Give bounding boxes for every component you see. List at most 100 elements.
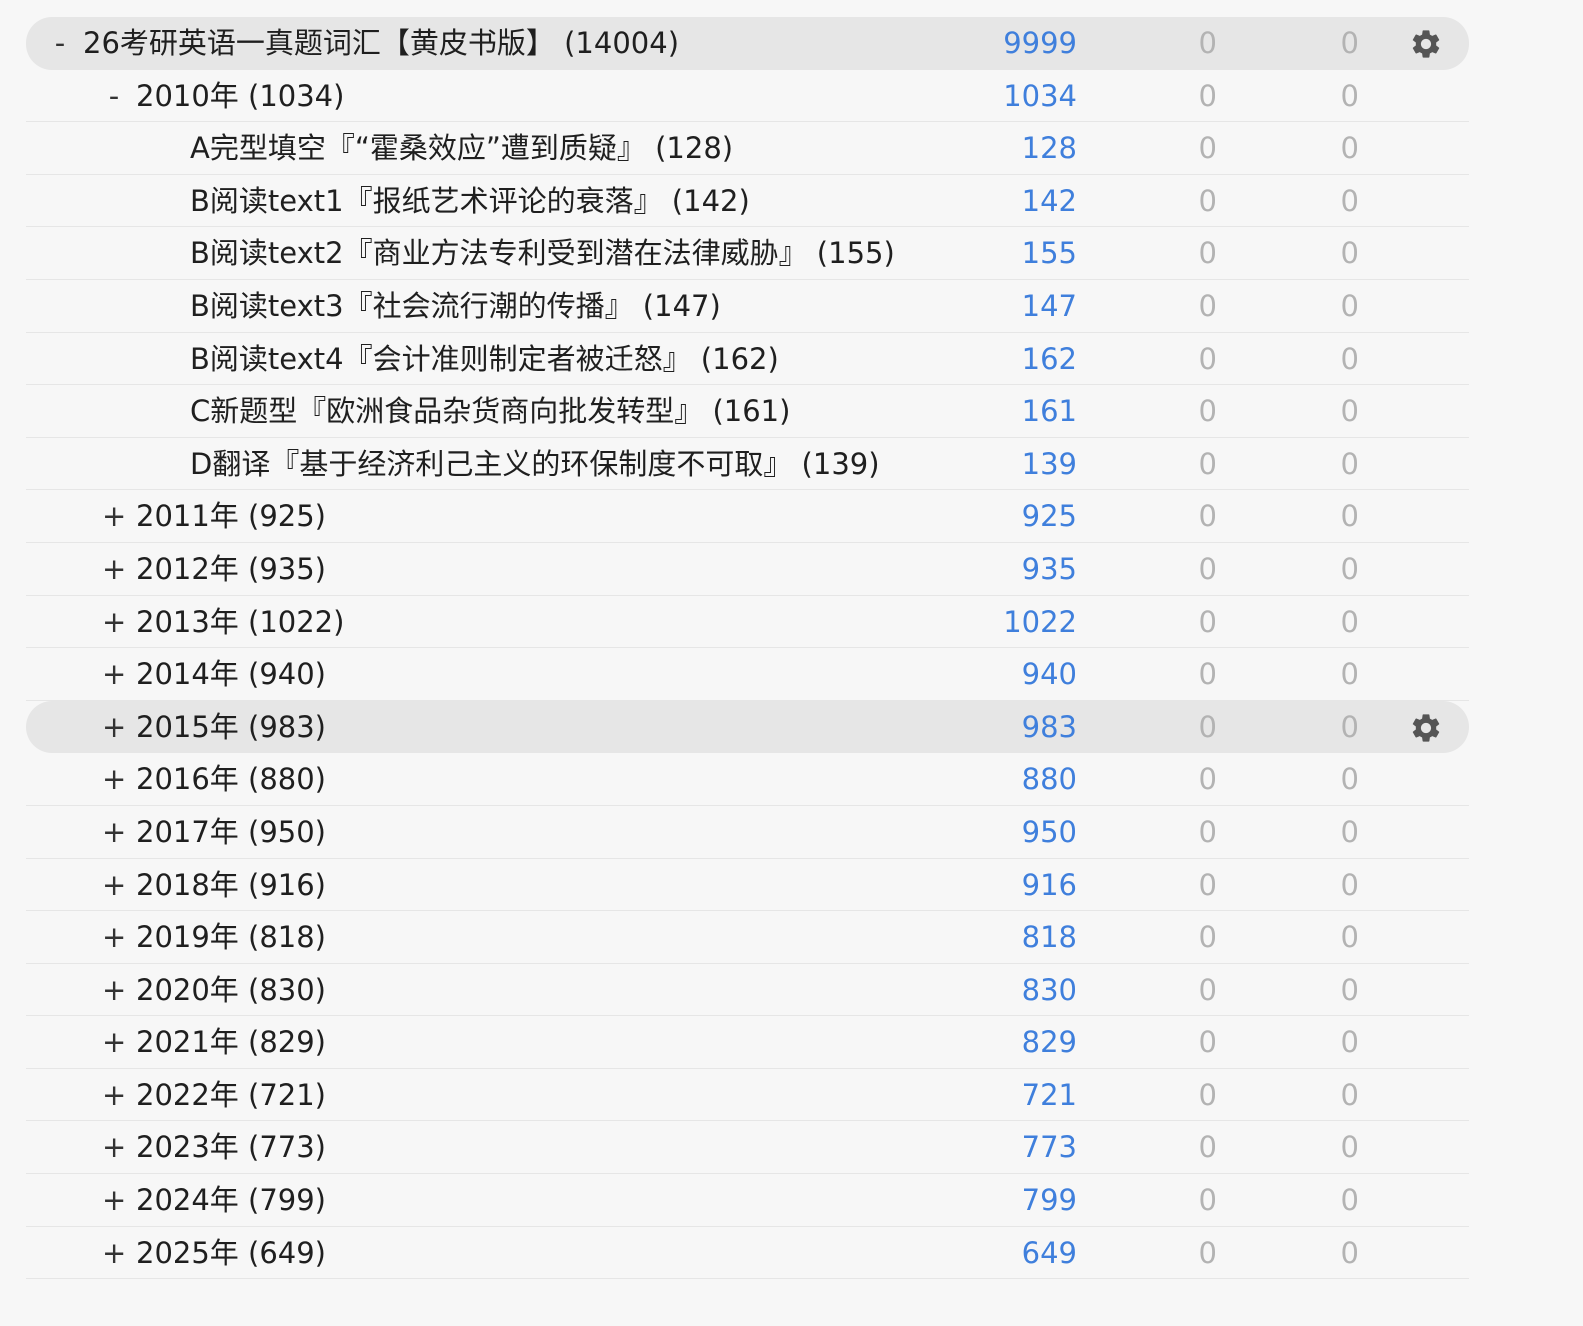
new-count: 161 <box>1021 394 1077 429</box>
expand-collapse-toggle[interactable]: + <box>102 1069 126 1121</box>
expand-collapse-toggle[interactable]: + <box>102 964 126 1016</box>
deck-row[interactable]: + 2016年 (880) 880 0 0 <box>26 753 1469 806</box>
deck-row[interactable]: B阅读text1『报纸艺术评论的衰落』 (142) 142 0 0 <box>26 175 1469 228</box>
review-count: 0 <box>1340 78 1359 113</box>
new-count: 818 <box>1021 920 1077 955</box>
expand-collapse-toggle[interactable]: - <box>48 17 72 69</box>
review-count: 0 <box>1340 26 1359 60</box>
deck-list: - 26考研英语一真题词汇【黄皮书版】 (14004) 9999 0 0 - 2… <box>26 17 1469 1280</box>
learn-count: 0 <box>1198 1077 1217 1112</box>
deck-name[interactable]: 2016年 (880) <box>136 753 326 805</box>
deck-name[interactable]: 2011年 (925) <box>136 490 326 542</box>
deck-row[interactable]: - 26考研英语一真题词汇【黄皮书版】 (14004) 9999 0 0 <box>26 17 1469 70</box>
new-count: 916 <box>1021 867 1077 902</box>
deck-row[interactable]: + 2013年 (1022) 1022 0 0 <box>26 596 1469 649</box>
deck-name[interactable]: B阅读text1『报纸艺术评论的衰落』 (142) <box>190 175 750 227</box>
learn-count: 0 <box>1198 1025 1217 1060</box>
deck-row[interactable]: + 2025年 (649) 649 0 0 <box>26 1227 1469 1280</box>
new-count: 162 <box>1021 341 1077 376</box>
expand-collapse-toggle[interactable]: + <box>102 648 126 700</box>
expand-collapse-toggle[interactable]: + <box>102 1227 126 1279</box>
learn-count: 0 <box>1198 762 1217 797</box>
review-count: 0 <box>1340 1183 1359 1218</box>
new-count: 935 <box>1021 551 1077 586</box>
deck-name[interactable]: 2010年 (1034) <box>136 70 344 122</box>
deck-row[interactable]: + 2024年 (799) 799 0 0 <box>26 1174 1469 1227</box>
deck-name[interactable]: 2019年 (818) <box>136 911 326 963</box>
learn-count: 0 <box>1198 709 1217 744</box>
new-count: 829 <box>1021 1025 1077 1060</box>
deck-row[interactable]: + 2020年 (830) 830 0 0 <box>26 964 1469 1017</box>
deck-row[interactable]: + 2019年 (818) 818 0 0 <box>26 911 1469 964</box>
deck-row[interactable]: C新题型『欧洲食品杂货商向批发转型』 (161) 161 0 0 <box>26 385 1469 438</box>
deck-row[interactable]: B阅读text4『会计准则制定者被迁怒』 (162) 162 0 0 <box>26 333 1469 386</box>
deck-name[interactable]: B阅读text3『社会流行潮的传播』 (147) <box>190 280 721 332</box>
deck-name[interactable]: 2012年 (935) <box>136 543 326 595</box>
new-count: 142 <box>1021 183 1077 218</box>
deck-row[interactable]: + 2017年 (950) 950 0 0 <box>26 806 1469 859</box>
learn-count: 0 <box>1198 972 1217 1007</box>
deck-row[interactable]: + 2011年 (925) 925 0 0 <box>26 490 1469 543</box>
learn-count: 0 <box>1198 814 1217 849</box>
expand-collapse-toggle[interactable]: + <box>102 1174 126 1226</box>
review-count: 0 <box>1340 604 1359 639</box>
deck-name[interactable]: B阅读text4『会计准则制定者被迁怒』 (162) <box>190 333 779 385</box>
expand-collapse-toggle[interactable]: - <box>102 70 126 122</box>
deck-name[interactable]: 2021年 (829) <box>136 1016 326 1068</box>
deck-row[interactable]: B阅读text2『商业方法专利受到潜在法律威胁』 (155) 155 0 0 <box>26 227 1469 280</box>
review-count: 0 <box>1340 236 1359 271</box>
expand-collapse-toggle[interactable]: + <box>102 1016 126 1068</box>
deck-name[interactable]: 2017年 (950) <box>136 806 326 858</box>
deck-row[interactable]: + 2012年 (935) 935 0 0 <box>26 543 1469 596</box>
deck-name[interactable]: 2018年 (916) <box>136 859 326 911</box>
learn-count: 0 <box>1198 131 1217 166</box>
new-count: 983 <box>1021 709 1077 744</box>
new-count: 128 <box>1021 131 1077 166</box>
expand-collapse-toggle[interactable]: + <box>102 753 126 805</box>
gear-icon[interactable] <box>1409 711 1443 745</box>
learn-count: 0 <box>1198 341 1217 376</box>
expand-collapse-toggle[interactable]: + <box>102 1121 126 1173</box>
deck-row[interactable]: + 2018年 (916) 916 0 0 <box>26 859 1469 912</box>
expand-collapse-toggle[interactable]: + <box>102 490 126 542</box>
deck-row[interactable]: + 2014年 (940) 940 0 0 <box>26 648 1469 701</box>
learn-count: 0 <box>1198 288 1217 323</box>
deck-name[interactable]: 2023年 (773) <box>136 1121 326 1173</box>
deck-name[interactable]: 2014年 (940) <box>136 648 326 700</box>
deck-row[interactable]: - 2010年 (1034) 1034 0 0 <box>26 70 1469 123</box>
deck-row[interactable]: + 2022年 (721) 721 0 0 <box>26 1069 1469 1122</box>
deck-name[interactable]: 2015年 (983) <box>136 701 326 753</box>
deck-name[interactable]: 2020年 (830) <box>136 964 326 1016</box>
review-count: 0 <box>1340 657 1359 692</box>
review-count: 0 <box>1340 341 1359 376</box>
new-count: 139 <box>1021 446 1077 481</box>
expand-collapse-toggle[interactable]: + <box>102 701 126 753</box>
expand-collapse-toggle[interactable]: + <box>102 596 126 648</box>
deck-name[interactable]: 2013年 (1022) <box>136 596 344 648</box>
expand-collapse-toggle[interactable]: + <box>102 806 126 858</box>
deck-name[interactable]: B阅读text2『商业方法专利受到潜在法律威胁』 (155) <box>190 227 895 279</box>
deck-row[interactable]: + 2023年 (773) 773 0 0 <box>26 1121 1469 1175</box>
deck-name[interactable]: A完型填空『“霍桑效应”遭到质疑』 (128) <box>190 122 733 174</box>
deck-name[interactable]: 2024年 (799) <box>136 1174 326 1226</box>
review-count: 0 <box>1340 446 1359 481</box>
deck-name[interactable]: C新题型『欧洲食品杂货商向批发转型』 (161) <box>190 385 790 437</box>
deck-name[interactable]: 2022年 (721) <box>136 1069 326 1121</box>
deck-row[interactable]: + 2015年 (983) 983 0 0 <box>26 700 1469 754</box>
expand-collapse-toggle[interactable]: + <box>102 859 126 911</box>
new-count: 773 <box>1021 1130 1077 1165</box>
review-count: 0 <box>1340 394 1359 429</box>
deck-name[interactable]: D翻译『基于经济利己主义的环保制度不可取』 (139) <box>190 438 880 490</box>
deck-name[interactable]: 2025年 (649) <box>136 1227 326 1279</box>
deck-row[interactable]: B阅读text3『社会流行潮的传播』 (147) 147 0 0 <box>26 280 1469 333</box>
deck-name[interactable]: 26考研英语一真题词汇【黄皮书版】 (14004) <box>83 17 679 69</box>
review-count: 0 <box>1340 1025 1359 1060</box>
expand-collapse-toggle[interactable]: + <box>102 911 126 963</box>
gear-icon[interactable] <box>1409 27 1443 61</box>
expand-collapse-toggle[interactable]: + <box>102 543 126 595</box>
deck-row[interactable]: A完型填空『“霍桑效应”遭到质疑』 (128) 128 0 0 <box>26 122 1469 175</box>
deck-row[interactable]: D翻译『基于经济利己主义的环保制度不可取』 (139) 139 0 0 <box>26 438 1469 491</box>
new-count: 940 <box>1021 657 1077 692</box>
deck-row[interactable]: + 2021年 (829) 829 0 0 <box>26 1016 1469 1069</box>
review-count: 0 <box>1340 1077 1359 1112</box>
